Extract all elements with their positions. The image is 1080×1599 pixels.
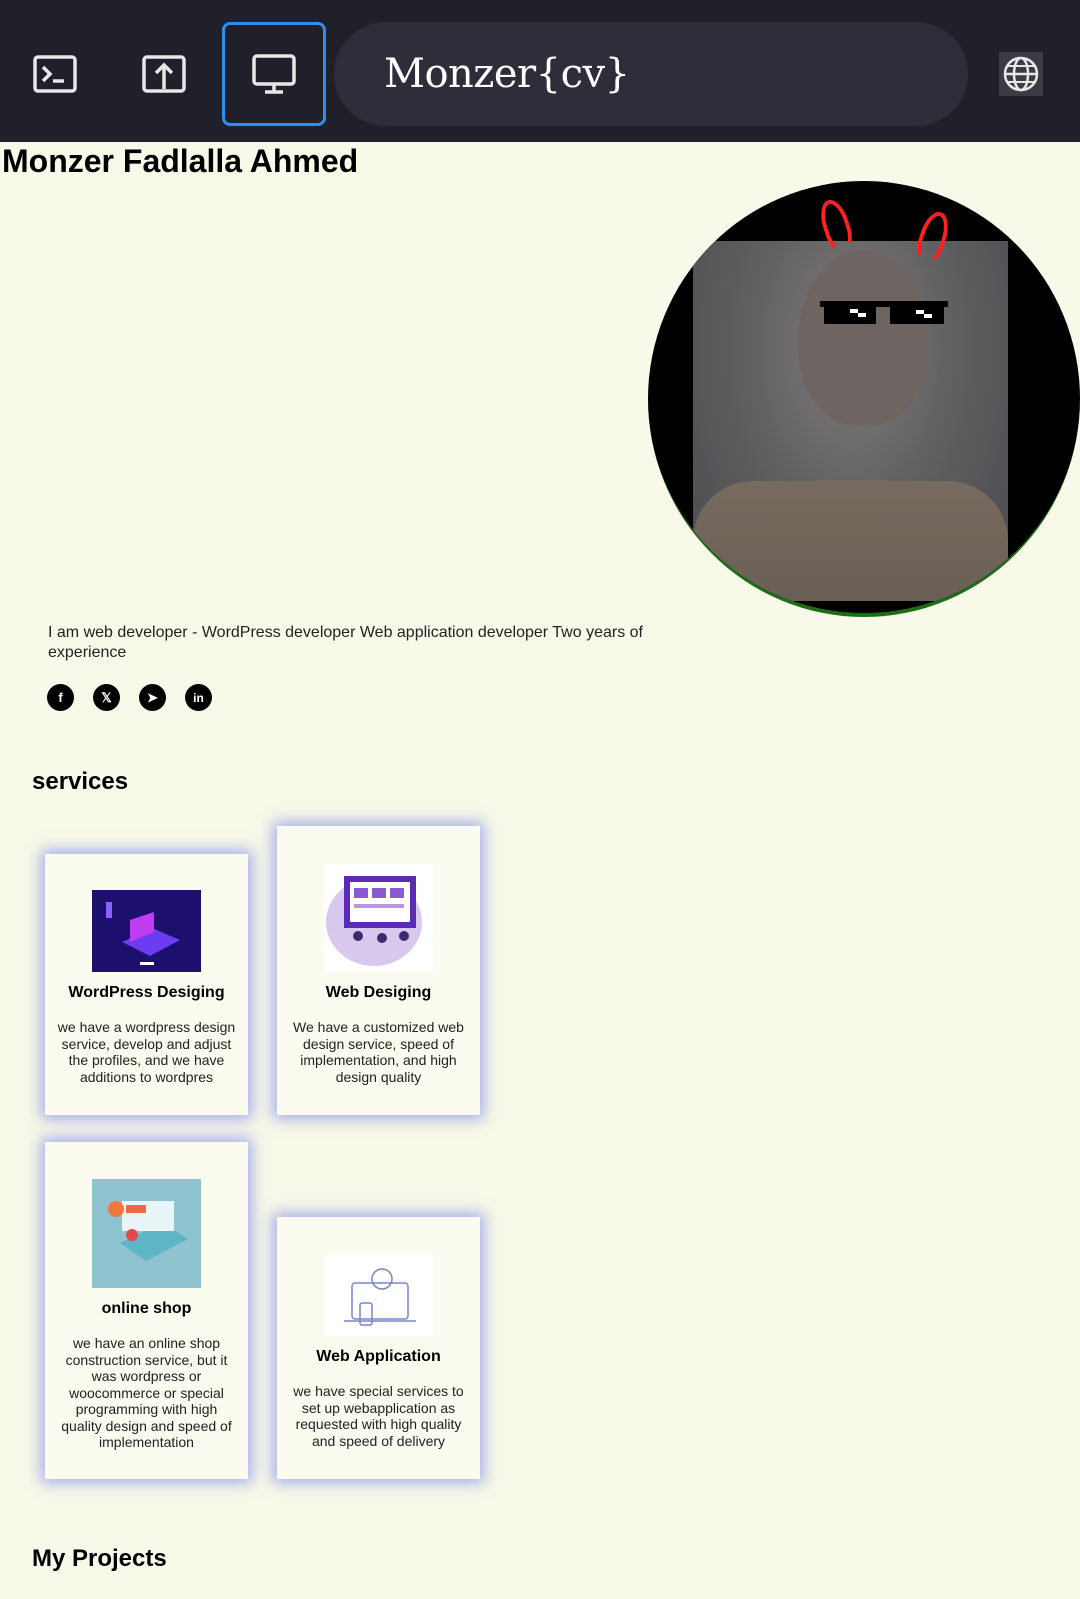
top-bar: Monzer{cv} <box>0 0 1080 142</box>
facebook-icon[interactable]: f <box>47 684 74 711</box>
service-description: we have special services to set up webap… <box>293 1383 464 1449</box>
globe-icon <box>1003 56 1039 92</box>
service-title: Web Desiging <box>325 984 432 1001</box>
brand-logo: Monzer{cv} <box>384 51 630 97</box>
service-title: Web Application <box>316 1348 441 1365</box>
service-card-web-design[interactable]: Web Desiging We have a customized web de… <box>277 826 480 1115</box>
desktop-view-button[interactable] <box>222 22 326 126</box>
online-shop-illustration <box>92 1179 201 1288</box>
intro-text: I am web developer - WordPress developer… <box>48 624 643 661</box>
web-app-illustration <box>324 1255 433 1336</box>
linkedin-icon[interactable]: in <box>185 684 212 711</box>
web-design-illustration <box>324 864 433 972</box>
page-title: Monzer Fadlalla Ahmed <box>2 143 359 179</box>
service-description: We have a customized web design service,… <box>293 1019 464 1085</box>
x-icon[interactable]: 𝕏 <box>93 684 120 711</box>
upload-button[interactable] <box>112 22 216 126</box>
projects-title: My Projects <box>32 1545 167 1572</box>
service-description: we have a wordpress design service, deve… <box>57 1019 236 1085</box>
telegram-icon[interactable]: ➤ <box>139 684 166 711</box>
service-description: we have an online shop construction serv… <box>61 1335 232 1450</box>
social-links: f 𝕏 ➤ in <box>47 684 212 711</box>
service-title: WordPress Desiging <box>68 984 225 1001</box>
service-card-web-application[interactable]: Web Application we have special services… <box>277 1217 480 1479</box>
sunglasses-icon <box>820 301 948 324</box>
language-button[interactable] <box>999 52 1043 96</box>
monitor-icon <box>252 54 296 94</box>
service-card-wordpress[interactable]: WordPress Desiging we have a wordpress d… <box>45 854 248 1115</box>
terminal-button[interactable] <box>3 22 107 126</box>
brand-bar[interactable]: Monzer{cv} <box>334 22 968 126</box>
avatar <box>648 181 1080 617</box>
service-title: online shop <box>101 1300 192 1317</box>
laptop-illustration <box>92 890 201 972</box>
service-card-online-shop[interactable]: online shop we have an online shop const… <box>45 1142 248 1479</box>
services-title: services <box>32 768 129 795</box>
terminal-icon <box>33 55 77 93</box>
upload-icon <box>142 55 186 93</box>
